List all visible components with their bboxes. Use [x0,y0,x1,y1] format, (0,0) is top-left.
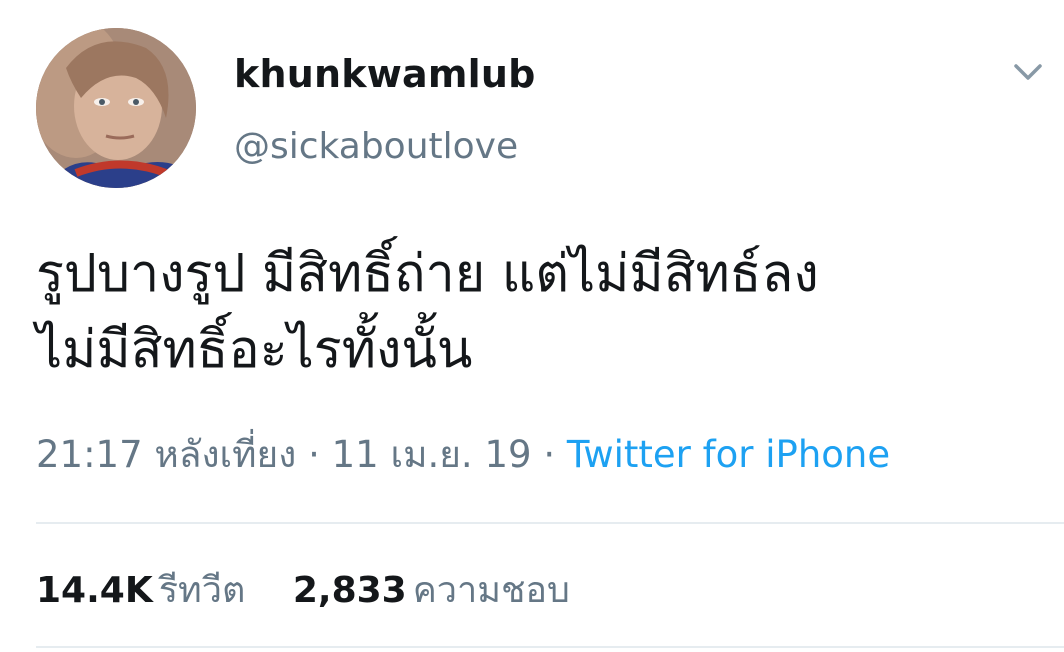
tweet-source-link[interactable]: Twitter for iPhone [567,433,890,476]
tweet-menu-button[interactable] [1006,54,1050,90]
tweet-time[interactable]: 21:17 หลังเที่ยง [36,433,296,476]
retweets-stat[interactable]: 14.4K รีทวีต [36,566,245,616]
chevron-down-icon [1014,64,1042,80]
retweets-label: รีทวีต [158,570,246,611]
meta-separator: · [543,433,556,476]
tweet-meta: 21:17 หลังเที่ยง · 11 เม.ย. 19 · Twitter… [36,430,890,480]
tweet-stats: 14.4K รีทวีต 2,833 ความชอบ [36,566,606,616]
tweet-text-line: ไม่มีสิทธิ์อะไรทั้งนั้น [36,320,473,380]
divider [36,522,1064,524]
author-display-name[interactable]: khunkwamlub [234,52,536,96]
likes-stat[interactable]: 2,833 ความชอบ [293,566,570,616]
tweet-text-line: รูปบางรูป มีสิทธิ์ถ่าย แต่ไม่มีสิทธ์ลง [36,244,819,304]
tweet-text: รูปบางรูป มีสิทธิ์ถ่าย แต่ไม่มีสิทธ์ลง ไ… [36,236,1046,388]
avatar-image [36,28,196,188]
tweet-date[interactable]: 11 เม.ย. 19 [332,433,532,476]
meta-separator: · [308,433,320,476]
likes-label: ความชอบ [412,570,570,611]
likes-count: 2,833 [292,570,407,611]
divider [36,646,1064,648]
avatar[interactable] [36,28,196,188]
author-handle[interactable]: @sickaboutlove [234,126,518,168]
retweets-count: 14.4K [36,570,153,611]
tweet-card: khunkwamlub @sickaboutlove รูปบางรูป มีส… [0,0,1064,652]
